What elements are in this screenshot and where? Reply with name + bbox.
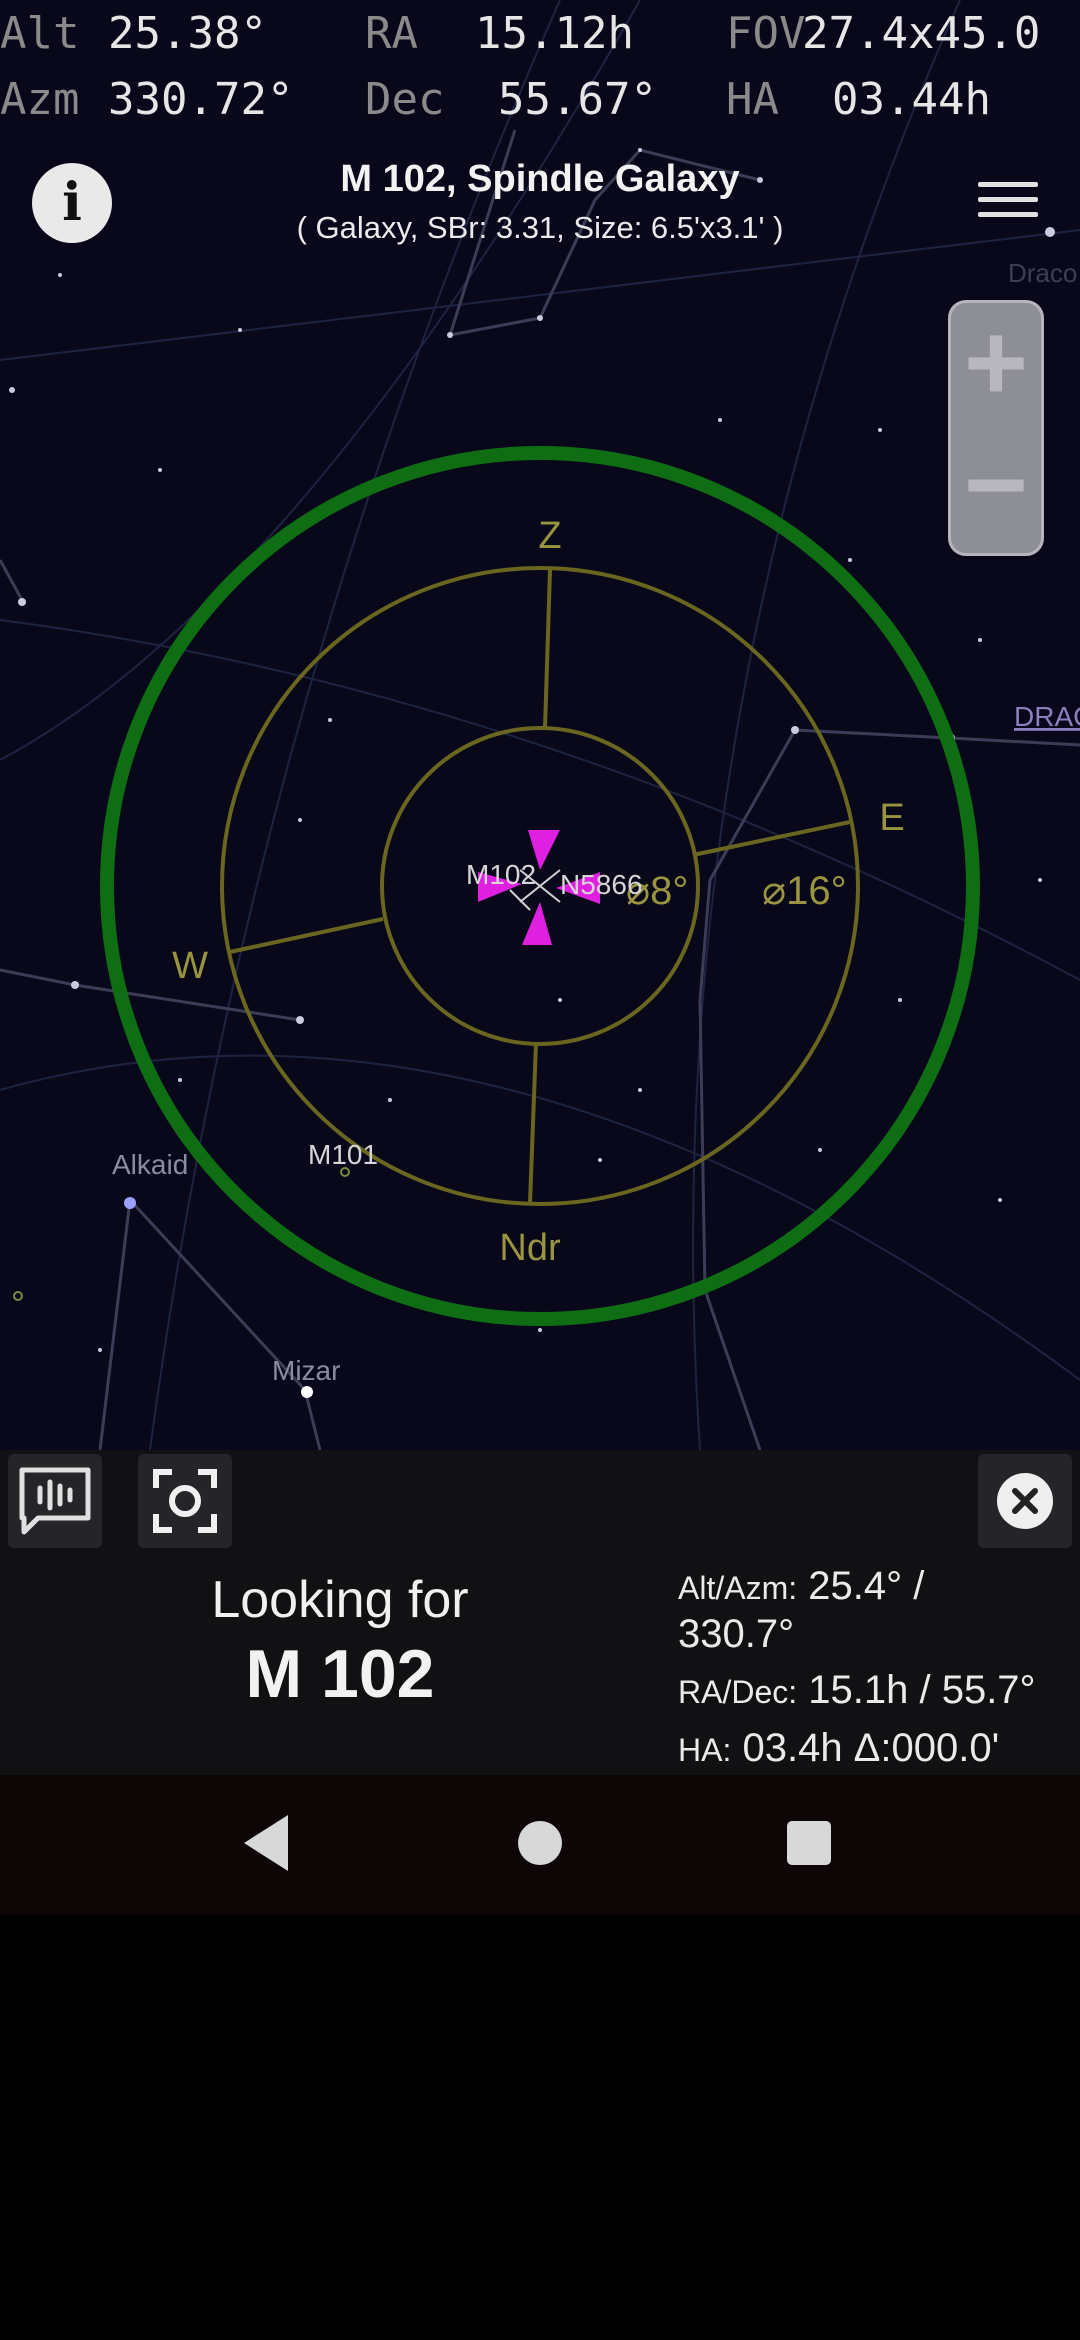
target-name: M 102 xyxy=(245,1636,435,1712)
radec-line: RA/Dec: 15.1h / 55.7° xyxy=(678,1668,1036,1713)
alt-label: Alt xyxy=(0,8,80,59)
status-row-1: Alt 25.38° RA 15.12h FOV 27.4x45.0 xyxy=(0,4,1080,64)
fov-label: FOV xyxy=(726,8,806,59)
ha-line-value: 03.4h Δ:000.0' xyxy=(742,1726,1000,1770)
minus-icon[interactable]: − xyxy=(951,425,1041,545)
sky-map[interactable]: Z E W Ndr ⌀8° ⌀16° M102 N5866 M101 Alkai… xyxy=(0,0,1080,1450)
n5866-label[interactable]: N5866 xyxy=(560,869,643,900)
info-icon[interactable]: i xyxy=(32,163,112,243)
close-button[interactable] xyxy=(978,1454,1072,1548)
hamburger-menu-icon[interactable] xyxy=(978,182,1038,222)
m102-label[interactable]: M102 xyxy=(466,859,536,890)
ha-line-label: HA: xyxy=(678,1732,732,1768)
plus-icon[interactable]: + xyxy=(951,303,1041,423)
draco-edge-label: Draco xyxy=(1008,258,1077,288)
east-label: E xyxy=(879,797,904,839)
dec-value: 55.67° xyxy=(498,74,657,125)
draco-constellation-link[interactable]: DRAC xyxy=(1014,701,1080,732)
nadir-label: Ndr xyxy=(499,1227,561,1269)
altazm-line-2: 330.7° xyxy=(678,1612,794,1657)
object-subtitle: ( Galaxy, SBr: 3.31, Size: 6.5'x3.1' ) xyxy=(296,210,784,245)
recents-square-icon[interactable] xyxy=(787,1821,831,1865)
search-panel: Looking for M 102 Alt/Azm: 25.4° / 330.7… xyxy=(0,1450,1080,1775)
status-row-2: Azm 330.72° Dec 55.67° HA 03.44h xyxy=(0,70,1080,130)
zenith-label: Z xyxy=(538,515,561,557)
deep-sky-marker xyxy=(13,1291,23,1301)
altazm-line: Alt/Azm: 25.4° / xyxy=(678,1564,924,1609)
outer-ring-size-label: ⌀16° xyxy=(762,869,847,913)
alkaid-label[interactable]: Alkaid xyxy=(112,1149,188,1180)
object-title[interactable]: M 102, Spindle Galaxy xyxy=(200,158,880,201)
home-circle-icon[interactable] xyxy=(518,1821,562,1865)
ha-line: HA: 03.4h Δ:000.0' xyxy=(678,1726,999,1771)
dec-label: Dec xyxy=(365,74,445,125)
altazm-value-1: 25.4° / xyxy=(808,1564,925,1608)
voice-chat-icon[interactable] xyxy=(8,1454,102,1548)
radec-value: 15.1h / 55.7° xyxy=(808,1668,1036,1712)
ra-label: RA xyxy=(365,8,418,59)
star-alkaid[interactable] xyxy=(124,1197,136,1209)
ha-label: HA xyxy=(726,74,779,125)
close-icon xyxy=(997,1473,1053,1529)
ra-value: 15.12h xyxy=(475,8,634,59)
mizar-label[interactable]: Mizar xyxy=(272,1355,340,1386)
zoom-control[interactable]: + − xyxy=(948,300,1044,556)
alt-value: 25.38° xyxy=(108,8,267,59)
star-mizar[interactable] xyxy=(301,1386,313,1398)
radec-label: RA/Dec: xyxy=(678,1674,798,1710)
azm-label: Azm xyxy=(0,74,80,125)
azm-value: 330.72° xyxy=(108,74,294,125)
back-triangle-icon[interactable] xyxy=(244,1815,288,1871)
looking-for-label: Looking for xyxy=(211,1571,469,1629)
ha-value: 03.44h xyxy=(832,74,991,125)
system-navigation-bar xyxy=(0,1775,1080,1915)
altazm-value-2: 330.7° xyxy=(678,1612,795,1656)
west-label: W xyxy=(172,945,208,987)
fov-value: 27.4x45.0 xyxy=(802,8,1041,59)
focus-frame-icon[interactable] xyxy=(138,1454,232,1548)
m101-label[interactable]: M101 xyxy=(308,1139,378,1170)
altazm-label: Alt/Azm: xyxy=(678,1570,798,1606)
